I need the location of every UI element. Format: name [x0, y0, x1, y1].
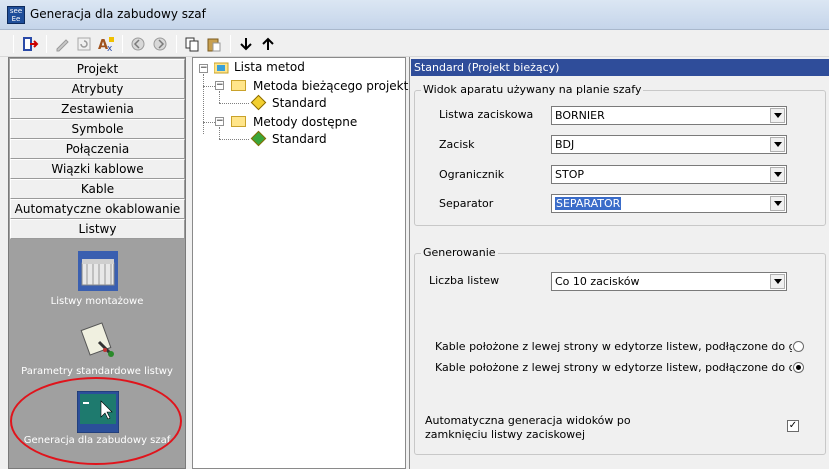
field-label: Listwa zaciskowa	[439, 108, 534, 121]
radio-cables-top[interactable]	[793, 341, 804, 352]
group-title: Generowanie	[421, 246, 498, 259]
nav-projekt[interactable]: Projekt	[10, 59, 185, 79]
nav-atrybuty[interactable]: Atrybuty	[10, 79, 185, 99]
end-stop-select[interactable]: STOP	[551, 165, 787, 184]
toolbar: Ax	[0, 30, 829, 57]
tree-leaf-label[interactable]: Standard	[272, 96, 327, 110]
auto-generation-label: Automatyczna generacja widoków po	[425, 414, 631, 427]
select-value: BDJ	[555, 138, 575, 151]
tree-branch-label[interactable]: Metoda bieżącego projektu	[253, 79, 416, 93]
tree-root-label[interactable]: Lista metod	[234, 60, 305, 74]
nav-forward-icon[interactable]	[150, 34, 170, 54]
nav-symbole[interactable]: Symbole	[10, 119, 185, 139]
auto-generation-label-2: zamknięciu listwy zaciskowej	[425, 428, 586, 441]
nav-kable[interactable]: Kable	[10, 179, 185, 199]
folder-icon	[231, 116, 246, 127]
arrow-down-icon[interactable]	[236, 34, 256, 54]
auto-generation-checkbox[interactable]: ✓	[787, 420, 799, 432]
field-label: Liczba listew	[429, 274, 500, 287]
method-icon	[250, 94, 267, 111]
select-value: STOP	[555, 168, 584, 181]
nav-wiazki-kablowe[interactable]: Wiązki kablowe	[10, 159, 185, 179]
select-value: Co 10 zacisków	[555, 275, 640, 288]
generation-group: Generowanie Liczba listew Co 10 zacisków…	[414, 246, 826, 455]
title-bar: see Ee Generacja dla zabudowy szaf	[0, 0, 829, 30]
nav-back-icon[interactable]	[128, 34, 148, 54]
terminal-select[interactable]: BDJ	[551, 135, 787, 154]
terminal-strip-icon[interactable]	[78, 251, 118, 294]
field-label: Ogranicznik	[439, 168, 505, 181]
panel-header: Standard (Projekt bieżący)	[411, 59, 829, 76]
settings-panel: Standard (Projekt bieżący) Widok aparatu…	[409, 57, 829, 469]
chevron-down-icon[interactable]	[770, 274, 785, 289]
terminal-strip-select[interactable]: BORNIER	[551, 106, 787, 125]
field-label: Separator	[439, 197, 494, 210]
highlight-circle	[10, 377, 182, 465]
radio-label-bottom: Kable położone z lewej strony w edytorze…	[435, 361, 792, 374]
expand-toggle[interactable]: −	[199, 64, 208, 73]
radio-cables-bottom[interactable]	[793, 362, 804, 373]
select-value: SEPARATOR	[555, 197, 622, 210]
tree-leaf-label[interactable]: Standard	[272, 132, 327, 146]
chevron-down-icon[interactable]	[770, 167, 785, 182]
list-root-icon	[213, 61, 229, 77]
view-group: Widok aparatu używany na planie szafy Li…	[414, 83, 826, 226]
radio-label-top: Kable położone z lewej strony w edytorze…	[435, 340, 792, 353]
method-tree: − Lista metod − Metoda bieżącego projekt…	[192, 57, 416, 469]
window-title: Generacja dla zabudowy szaf	[30, 7, 206, 21]
strip-count-select[interactable]: Co 10 zacisków	[551, 272, 787, 291]
nav-automatyczne-okablowanie[interactable]: Automatyczne okablowanie	[10, 199, 185, 219]
folder-icon	[231, 80, 246, 91]
separator-select[interactable]: SEPARATOR	[551, 194, 787, 213]
pencil-icon[interactable]	[52, 34, 72, 54]
select-value: BORNIER	[555, 109, 605, 122]
nav-polaczenia[interactable]: Połączenia	[10, 139, 185, 159]
tree-branch-label[interactable]: Metody dostępne	[253, 115, 357, 129]
nav-listwy[interactable]: Listwy	[10, 219, 185, 239]
arrow-up-icon[interactable]	[258, 34, 278, 54]
paste-icon[interactable]	[204, 34, 224, 54]
expand-toggle[interactable]: −	[215, 81, 224, 90]
check-mark-icon: ✓	[788, 420, 798, 431]
expand-toggle[interactable]: −	[215, 117, 224, 126]
text-style-icon[interactable]: Ax	[96, 34, 116, 54]
group-title: Widok aparatu używany na planie szafy	[421, 83, 644, 96]
method-icon	[250, 130, 267, 147]
svg-text:x: x	[107, 44, 113, 53]
chevron-down-icon[interactable]	[770, 108, 785, 123]
app-icon: see Ee	[7, 6, 25, 24]
field-label: Zacisk	[439, 138, 475, 151]
strip-parameters-icon[interactable]	[79, 320, 119, 363]
chevron-down-icon[interactable]	[770, 196, 785, 211]
chevron-down-icon[interactable]	[770, 137, 785, 152]
panel-item-listwy-montazowe[interactable]: Listwy montażowe	[9, 296, 185, 307]
exit-icon[interactable]	[20, 34, 40, 54]
nav-zestawienia[interactable]: Zestawienia	[10, 99, 185, 119]
refresh-icon[interactable]	[74, 34, 94, 54]
copy-icon[interactable]	[182, 34, 202, 54]
panel-item-parametry-standardowe-listwy[interactable]: Parametry standardowe listwy	[9, 366, 185, 377]
